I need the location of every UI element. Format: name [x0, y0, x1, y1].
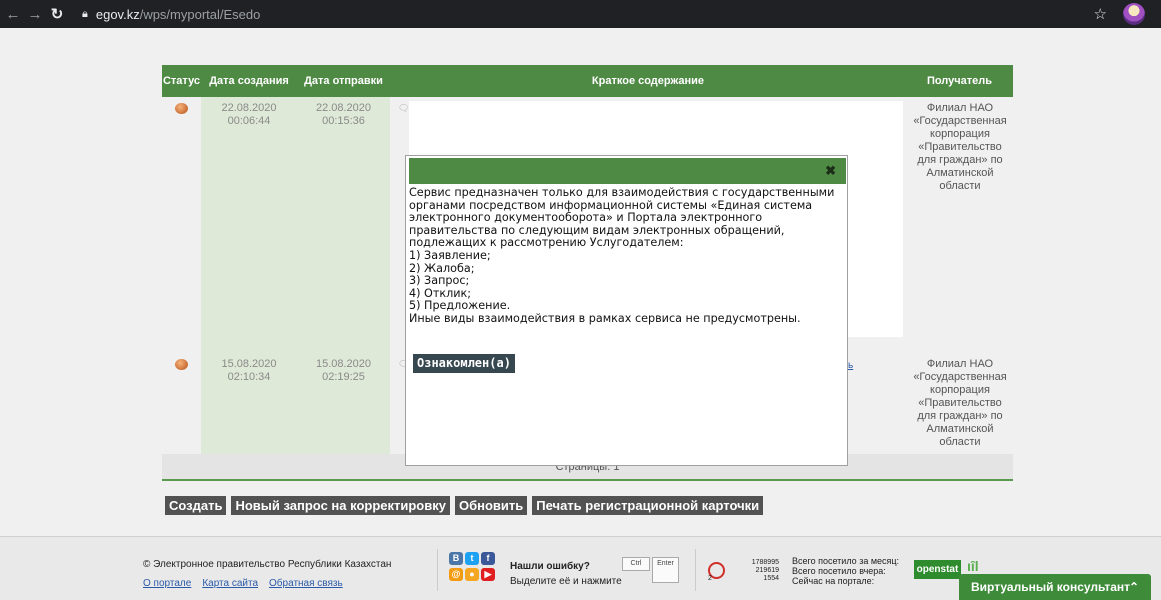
print-card-button[interactable]: Печать регистрационной карточки — [532, 496, 764, 515]
feedback-link[interactable]: Обратная связь — [269, 578, 343, 589]
visit-counter[interactable]: 1788995 219619 1554 2 — [707, 559, 781, 586]
divider — [437, 549, 438, 591]
sent-time: 00:15:36 — [322, 115, 365, 127]
ctrl-key-icon: Ctrl — [622, 557, 650, 571]
url-path: /wps/myportal/Esedo — [139, 6, 261, 22]
header-created[interactable]: Дата создания — [201, 65, 297, 97]
table-header: Статус Дата создания Дата отправки Кратк… — [162, 65, 1013, 97]
enter-key-icon: Enter — [652, 557, 679, 583]
footer-links: О портале Карта сайта Обратная связь — [143, 578, 343, 589]
social-icons: B t f @ ● ▶ — [449, 552, 497, 584]
browser-toolbar: ← → ↻ 🔒︎ egov.kz/wps/myportal/Esedo ☆ — [0, 0, 1161, 28]
lock-icon[interactable]: 🔒︎ — [82, 8, 88, 21]
action-bar: Создать Новый запрос на корректировку Об… — [165, 496, 764, 515]
created-cell: 22.08.2020 00:06:44 — [201, 102, 297, 128]
dialog-line: Иные виды взаимодействия в рамках сервис… — [409, 311, 801, 325]
sitemap-link[interactable]: Карта сайта — [202, 578, 258, 589]
refresh-button[interactable]: Обновить — [454, 496, 528, 515]
recipient-cell: Филиал НАО «Государственная корпорация «… — [913, 358, 1007, 448]
status-dot-icon — [175, 103, 188, 114]
counter-now: 1554 — [763, 575, 779, 582]
sent-cell: 15.08.2020 02:19:25 — [297, 358, 390, 384]
dialog-line: 1) Заявление; — [409, 248, 491, 262]
dialog-line: 3) Запрос; — [409, 274, 470, 288]
chevron-up-icon: ⌃ — [1128, 580, 1139, 594]
created-cell: 15.08.2020 02:10:34 — [201, 358, 297, 384]
dialog-text: Сервис предназначен только для взаимодей… — [409, 186, 845, 326]
header-sent[interactable]: Дата отправки — [297, 65, 390, 97]
vk-icon[interactable]: B — [449, 552, 463, 565]
stats-chart-icon[interactable]: ıȋl — [967, 558, 979, 574]
found-error-title: Нашли ошибку? — [510, 561, 590, 572]
chat-icon[interactable]: ● — [465, 568, 479, 581]
new-correction-request-button[interactable]: Новый запрос на корректировку — [231, 496, 450, 515]
found-error-block: Нашли ошибку? Выделите её и нажмите — [510, 559, 622, 589]
openstat-badge[interactable]: openstat — [914, 560, 961, 579]
back-icon[interactable]: ← — [4, 6, 22, 23]
forward-icon[interactable]: → — [26, 6, 44, 23]
copyright-text: © Электронное правительство Республики К… — [143, 559, 392, 570]
dialog-line: 2) Жалоба; — [409, 261, 475, 275]
visit-stats: Всего посетило за месяц: Всего посетило … — [792, 556, 899, 586]
dialog-line: электронного документооборота» и Портала… — [409, 211, 763, 225]
counter-yesterday: 219619 — [755, 567, 779, 574]
found-error-text: Выделите её и нажмите — [510, 576, 622, 587]
sent-date: 15.08.2020 — [315, 358, 372, 370]
virtual-consultant-label: Виртуальный консультант — [971, 580, 1131, 594]
visits-now-label: Сейчас на портале: — [792, 576, 875, 586]
visits-month-label: Всего посетило за месяц: — [792, 556, 900, 566]
sent-date: 22.08.2020 — [315, 102, 372, 114]
counter-small: 2 — [708, 575, 712, 582]
sent-time: 02:19:25 — [322, 371, 365, 383]
url-host: egov.kz — [95, 6, 140, 22]
twitter-icon[interactable]: t — [465, 552, 479, 565]
header-recipient[interactable]: Получатель — [906, 65, 1013, 97]
close-icon[interactable]: ✖ — [825, 163, 836, 179]
bookmark-star-icon[interactable]: ☆ — [1094, 5, 1107, 23]
facebook-icon[interactable]: f — [481, 552, 495, 565]
recipient-cell: Филиал НАО «Государственная корпорация «… — [913, 102, 1007, 192]
summary-link[interactable]: ь — [848, 360, 853, 371]
youtube-icon[interactable]: ▶ — [481, 568, 495, 581]
visits-yesterday-label: Всего посетило вчера: — [792, 566, 886, 576]
create-button[interactable]: Создать — [165, 496, 227, 515]
mail-icon[interactable]: @ — [449, 568, 463, 581]
header-status[interactable]: Статус — [162, 65, 201, 97]
address-bar[interactable]: egov.kz/wps/myportal/Esedo — [96, 7, 261, 22]
created-time: 00:06:44 — [227, 115, 271, 127]
created-time: 02:10:34 — [227, 371, 271, 383]
dialog-line: Сервис предназначен только для взаимодей… — [409, 186, 835, 199]
divider — [695, 549, 696, 591]
service-notice-dialog: ✖ Сервис предназначен только для взаимод… — [405, 155, 848, 466]
reload-icon[interactable]: ↻ — [48, 5, 66, 23]
virtual-consultant-button[interactable]: Виртуальный консультант ⌃ — [959, 574, 1151, 600]
dialog-titlebar: ✖ — [409, 158, 846, 184]
about-link[interactable]: О портале — [143, 578, 191, 589]
counter-month: 1788995 — [751, 559, 779, 566]
sent-cell: 22.08.2020 00:15:36 — [297, 102, 390, 128]
profile-avatar[interactable] — [1123, 3, 1145, 25]
header-summary[interactable]: Краткое содержание — [390, 65, 906, 97]
acknowledge-button[interactable]: Ознакомлен(а) — [413, 354, 515, 373]
comment-icon: 🗨︎ — [398, 103, 410, 113]
created-date: 22.08.2020 — [221, 102, 277, 114]
created-date: 15.08.2020 — [221, 358, 277, 370]
status-dot-icon — [175, 359, 188, 370]
